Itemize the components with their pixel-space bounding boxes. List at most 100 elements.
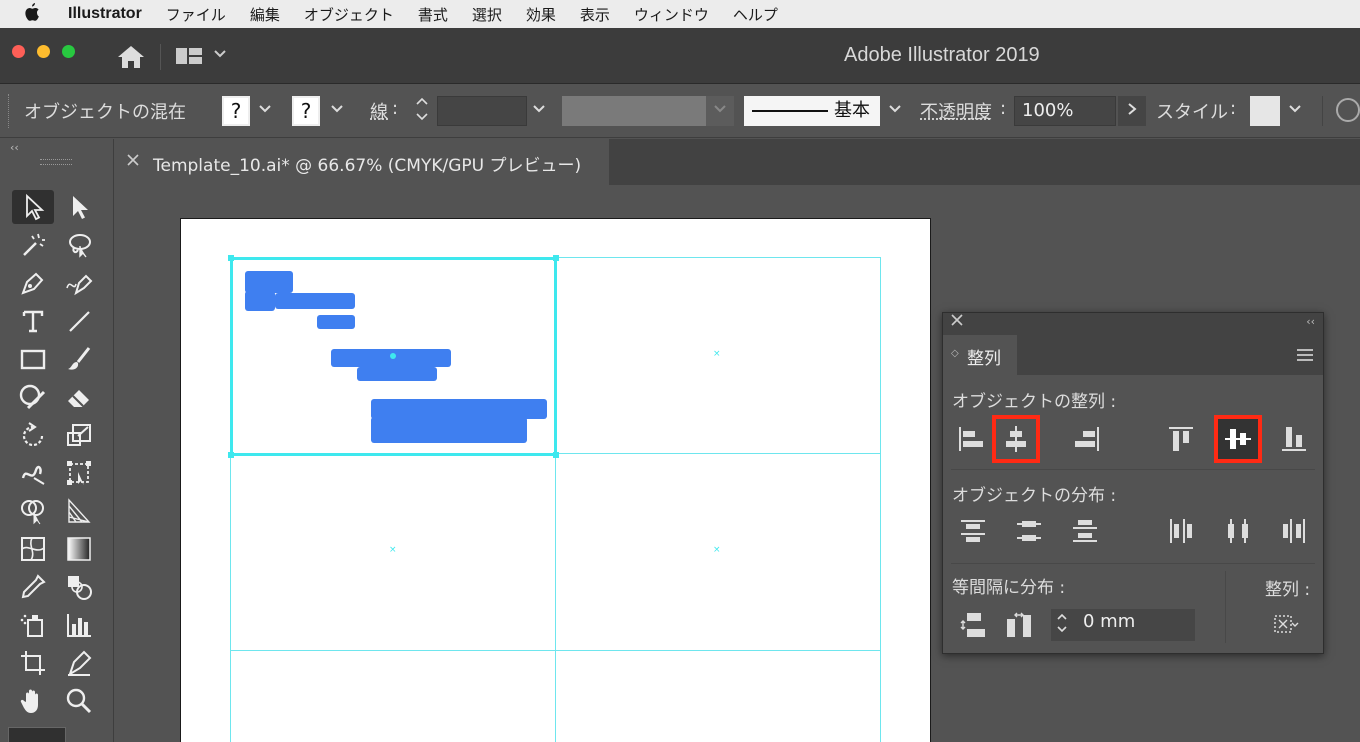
shaper-icon[interactable]	[12, 380, 54, 414]
horizontal-align-left-button[interactable]	[951, 419, 991, 459]
recolor-artwork-icon[interactable]	[1336, 98, 1360, 122]
eraser-icon[interactable]	[58, 380, 100, 414]
menu-app-name[interactable]: Illustrator	[68, 5, 142, 23]
selected-text-object[interactable]	[371, 417, 527, 443]
spacing-stepper[interactable]	[1051, 609, 1073, 641]
close-icon[interactable]	[127, 151, 139, 170]
perspective-grid-icon[interactable]	[58, 494, 100, 528]
opacity-slider-button[interactable]	[1118, 96, 1146, 126]
eyedropper-icon[interactable]	[12, 570, 54, 604]
horizontal-align-right-button[interactable]	[1067, 419, 1107, 459]
panel-options-toggle-icon[interactable]: ◇	[951, 348, 959, 359]
shape-builder-icon[interactable]	[12, 494, 54, 528]
zoom-icon[interactable]	[58, 684, 100, 718]
rotate-icon[interactable]	[12, 418, 54, 452]
stroke-weight-field[interactable]	[437, 96, 527, 126]
vertical-distribute-bottom-button[interactable]	[1065, 511, 1105, 551]
blend-icon[interactable]	[58, 570, 100, 604]
menu-view[interactable]: 表示	[580, 4, 610, 25]
selection-handle[interactable]	[553, 255, 559, 261]
document-tab[interactable]: Template_10.ai* @ 66.67% (CMYK/GPU プレビュー…	[115, 139, 609, 185]
close-icon[interactable]	[951, 314, 963, 330]
variable-width-profile[interactable]	[562, 96, 706, 126]
vertical-align-bottom-button[interactable]	[1274, 419, 1314, 459]
direct-selection-tool-icon[interactable]	[58, 190, 100, 224]
stroke-dropdown[interactable]	[326, 96, 348, 126]
stroke-weight-stepper[interactable]	[412, 94, 432, 128]
hand-icon[interactable]	[12, 684, 54, 718]
selected-text-object[interactable]	[371, 399, 547, 419]
graph-icon[interactable]	[58, 608, 100, 642]
tools-collapse-button[interactable]: ‹‹	[10, 141, 19, 154]
pen-icon[interactable]	[12, 266, 54, 300]
brush-definition[interactable]: 基本	[744, 96, 880, 126]
chevron-down-icon[interactable]	[213, 44, 227, 64]
graphic-style-swatch[interactable]	[1250, 96, 1280, 126]
window-zoom-button[interactable]	[62, 45, 75, 58]
lasso-icon[interactable]	[58, 228, 100, 262]
menu-window[interactable]: ウィンドウ	[634, 4, 709, 25]
tab-align[interactable]: ◇ 整列	[943, 335, 1017, 375]
menu-effect[interactable]: 効果	[526, 4, 556, 25]
selected-text-object[interactable]	[357, 367, 437, 381]
selected-text-object[interactable]	[275, 293, 355, 309]
selected-text-object[interactable]	[245, 291, 275, 311]
horizontal-distribute-left-button[interactable]	[1161, 511, 1201, 551]
warp-icon[interactable]	[12, 456, 54, 490]
window-minimize-button[interactable]	[37, 45, 50, 58]
selection-handle[interactable]	[553, 452, 559, 458]
menu-select[interactable]: 選択	[472, 4, 502, 25]
stroke-weight-dropdown[interactable]	[528, 96, 550, 126]
free-transform-icon[interactable]	[58, 456, 100, 490]
menu-object[interactable]: オブジェクト	[304, 4, 394, 25]
horizontal-distribute-space-button[interactable]	[999, 605, 1039, 645]
vertical-distribute-center-button[interactable]	[1009, 511, 1049, 551]
variable-width-dropdown[interactable]	[706, 96, 734, 126]
menu-help[interactable]: ヘルプ	[733, 4, 778, 25]
fill-swatch[interactable]: ?	[222, 96, 250, 126]
brush-dropdown[interactable]	[884, 96, 906, 126]
vertical-distribute-space-button[interactable]	[953, 605, 993, 645]
selection-handle[interactable]	[228, 255, 234, 261]
vertical-distribute-top-button[interactable]	[953, 511, 993, 551]
opacity-label[interactable]: 不透明度	[920, 98, 992, 124]
control-bar-grip[interactable]	[8, 94, 11, 128]
selected-text-object[interactable]	[245, 271, 293, 293]
menu-edit[interactable]: 編集	[250, 4, 280, 25]
panel-menu-icon[interactable]	[1297, 349, 1313, 361]
fill-dropdown[interactable]	[254, 96, 276, 126]
stroke-swatch[interactable]: ?	[292, 96, 320, 126]
artboard-icon[interactable]	[12, 646, 54, 680]
artboard[interactable]: × × ×	[180, 218, 931, 742]
vertical-align-center-button[interactable]	[1218, 419, 1258, 459]
workspace-icon[interactable]	[176, 46, 204, 66]
line-icon[interactable]	[58, 304, 100, 338]
magic-wand-icon[interactable]	[12, 228, 54, 262]
slice-icon[interactable]	[58, 646, 100, 680]
horizontal-align-center-button[interactable]	[996, 419, 1036, 459]
stroke-weight-label[interactable]: 線	[370, 98, 388, 124]
align-to-selection-dropdown[interactable]	[1265, 605, 1305, 645]
fill-stroke-widget[interactable]	[8, 727, 66, 742]
mesh-icon[interactable]	[12, 532, 54, 566]
gradient-icon[interactable]	[58, 532, 100, 566]
selection-tool-icon[interactable]	[12, 190, 54, 224]
curvature-icon[interactable]	[58, 266, 100, 300]
window-close-button[interactable]	[12, 45, 25, 58]
graphic-style-dropdown[interactable]	[1284, 96, 1306, 126]
vertical-align-top-button[interactable]	[1161, 419, 1201, 459]
apple-icon[interactable]	[24, 3, 46, 26]
menu-type[interactable]: 書式	[418, 4, 448, 25]
selected-text-object[interactable]	[317, 315, 355, 329]
type-icon[interactable]	[12, 304, 54, 338]
symbol-sprayer-icon[interactable]	[12, 608, 54, 642]
horizontal-distribute-center-button[interactable]	[1218, 511, 1258, 551]
rectangle-icon[interactable]	[12, 342, 54, 376]
panel-title-bar[interactable]: ‹‹	[943, 313, 1323, 335]
home-icon[interactable]	[116, 44, 146, 70]
panel-collapse-button[interactable]: ‹‹	[1306, 315, 1315, 328]
scale-icon[interactable]	[58, 418, 100, 452]
paintbrush-icon[interactable]	[58, 342, 100, 376]
selection-handle[interactable]	[228, 452, 234, 458]
horizontal-distribute-right-button[interactable]	[1274, 511, 1314, 551]
